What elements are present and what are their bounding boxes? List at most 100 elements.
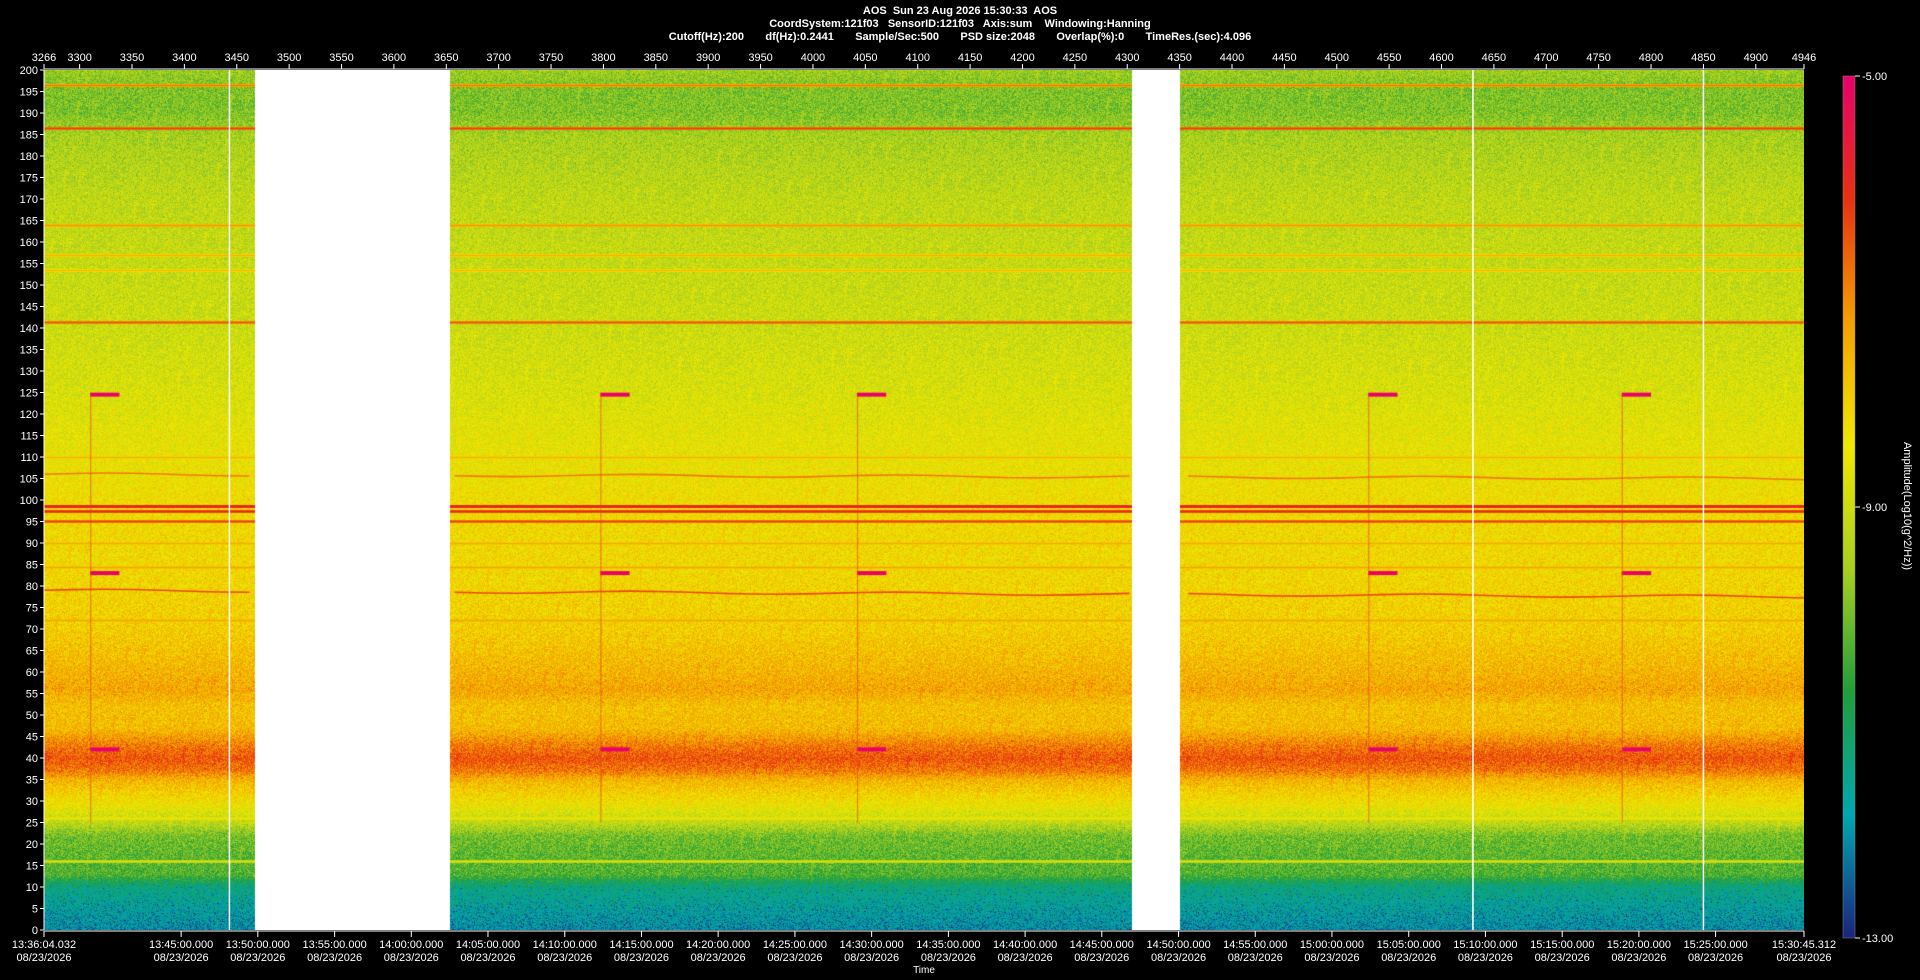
y-tick-label: 10 [26,882,38,894]
time-tick-label: 13:55:00.000 [302,939,366,951]
time-tick-label: 15:20:00.000 [1607,939,1671,951]
top-tick-label: 4900 [1744,52,1768,64]
top-tick-label: 3950 [748,52,772,64]
time-tick-label: 13:36:04.032 [12,939,76,951]
top-tick-label: 3900 [696,52,720,64]
time-tick-label: 15:30:45.312 [1772,939,1836,951]
y-tick-label: 25 [26,818,38,830]
top-tick-label: 4600 [1429,52,1453,64]
y-tick-label: 185 [20,130,38,142]
colorbar-tick-label: -13.00 [1862,933,1893,945]
time-tick-label: 14:30:00.000 [840,939,904,951]
top-tick-label: 4800 [1639,52,1663,64]
colorbar-gradient [1842,75,1856,939]
top-tick-label: 3400 [172,52,196,64]
date-tick-label: 08/23/2026 [921,952,976,964]
date-tick-label: 08/23/2026 [1381,952,1436,964]
y-tick-label: 190 [20,108,38,120]
spectrogram-plot-area[interactable] [44,70,1804,930]
y-tick-label: 170 [20,194,38,206]
spectrogram-chart: 0510152025303540455055606570758085909510… [12,52,1913,976]
date-tick-label: 08/23/2026 [384,952,439,964]
date-tick-label: 08/23/2026 [16,952,71,964]
y-tick-label: 135 [20,345,38,357]
y-tick-label: 105 [20,474,38,486]
top-tick-label: 4350 [1167,52,1191,64]
top-tick-label: 4750 [1586,52,1610,64]
y-tick-label: 95 [26,517,38,529]
top-tick-label: 4700 [1534,52,1558,64]
colorbar-tick-label: -5.00 [1862,71,1887,83]
top-tick-label: 3750 [539,52,563,64]
time-tick-label: 14:40:00.000 [993,939,1057,951]
y-tick-label: 60 [26,667,38,679]
y-tick-label: 15 [26,861,38,873]
date-tick-label: 08/23/2026 [998,952,1053,964]
top-tick-label: 3450 [225,52,249,64]
y-tick-label: 160 [20,237,38,249]
date-tick-label: 08/23/2026 [1776,952,1831,964]
y-tick-label: 165 [20,216,38,228]
top-tick-label: 4100 [905,52,929,64]
top-tick-label: 4550 [1377,52,1401,64]
time-tick-label: 15:15:00.000 [1530,939,1594,951]
top-tick-label: 4000 [801,52,825,64]
y-tick-label: 40 [26,753,38,765]
y-tick-label: 0 [32,925,38,937]
date-tick-label: 08/23/2026 [1688,952,1743,964]
time-tick-label: 15:25:00.000 [1683,939,1747,951]
top-tick-label: 4300 [1115,52,1139,64]
top-tick-label: 3650 [434,52,458,64]
colorbar-axis-label: Amplitude(Log10(g^2/Hz)) [1901,442,1913,570]
date-tick-label: 08/23/2026 [537,952,592,964]
y-tick-label: 90 [26,538,38,550]
date-tick-label: 08/23/2026 [307,952,362,964]
date-tick-label: 08/23/2026 [1535,952,1590,964]
y-tick-label: 195 [20,87,38,99]
top-tick-label: 3850 [644,52,668,64]
top-tick-label: 3350 [120,52,144,64]
y-tick-label: 115 [20,431,38,443]
y-tick-label: 55 [26,689,38,701]
date-tick-label: 08/23/2026 [1151,952,1206,964]
time-tick-label: 15:05:00.000 [1377,939,1441,951]
top-tick-label: 3800 [591,52,615,64]
top-tick-label: 4946 [1792,52,1816,64]
y-tick-label: 100 [20,495,38,507]
y-tick-label: 120 [20,409,38,421]
y-tick-label: 180 [20,151,38,163]
spectrogram-heatmap [44,70,1804,930]
top-tick-label: 3266 [32,52,56,64]
time-tick-label: 14:50:00.000 [1146,939,1210,951]
y-tick-label: 65 [26,646,38,658]
x-axis-title: Time [913,965,935,976]
y-tick-label: 175 [20,173,38,185]
y-tick-label: 110 [20,452,38,464]
time-tick-label: 14:25:00.000 [763,939,827,951]
date-tick-label: 08/23/2026 [1228,952,1283,964]
date-tick-label: 08/23/2026 [1304,952,1359,964]
time-tick-label: 14:05:00.000 [456,939,520,951]
date-tick-label: 08/23/2026 [1074,952,1129,964]
date-tick-label: 08/23/2026 [460,952,515,964]
y-tick-label: 75 [26,603,38,615]
date-tick-label: 08/23/2026 [614,952,669,964]
y-tick-label: 5 [32,904,38,916]
time-tick-label: 14:15:00.000 [609,939,673,951]
date-tick-label: 08/23/2026 [691,952,746,964]
y-tick-label: 155 [20,259,38,271]
y-tick-label: 45 [26,732,38,744]
time-tick-label: 13:45:00.000 [149,939,213,951]
top-tick-label: 4250 [1063,52,1087,64]
time-tick-label: 14:35:00.000 [916,939,980,951]
top-tick-label: 3500 [277,52,301,64]
top-tick-label: 4500 [1325,52,1349,64]
y-tick-label: 200 [20,65,38,77]
y-tick-label: 50 [26,710,38,722]
date-tick-label: 08/23/2026 [1458,952,1513,964]
time-tick-label: 15:00:00.000 [1300,939,1364,951]
y-tick-label: 70 [26,624,38,636]
time-tick-label: 14:45:00.000 [1070,939,1134,951]
top-tick-label: 4450 [1272,52,1296,64]
y-tick-label: 140 [20,323,38,335]
